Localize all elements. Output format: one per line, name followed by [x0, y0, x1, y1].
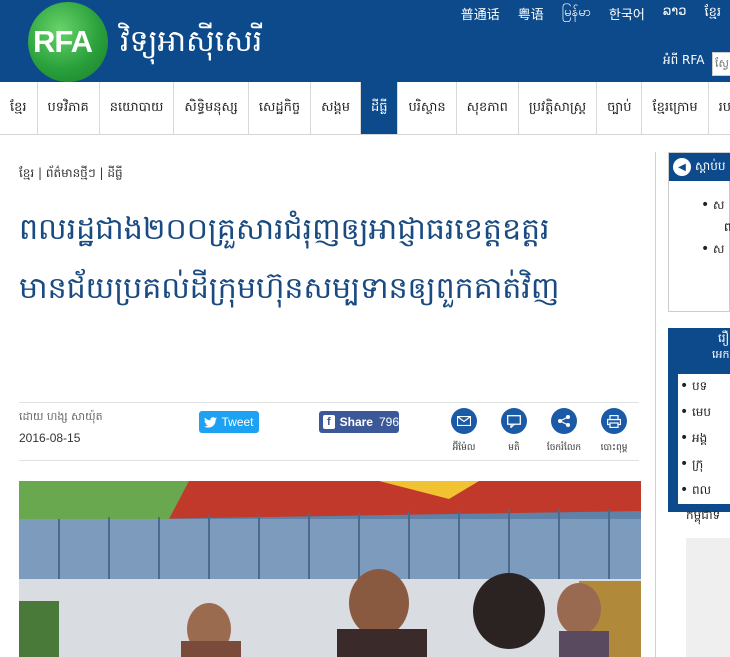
language-bar: 普通话 粤语 မြန်မာ 한국어 ລາວ ខ្មែរ [452, 4, 730, 23]
popular-box: រឿ អេក បទ មេប អង្គ ក្រុ ពល [668, 328, 730, 512]
sidebar-grey-panel [686, 538, 730, 657]
nav-item-economy[interactable]: សេដ្ឋកិច្ច [249, 82, 312, 134]
rfa-logo-text[interactable]: RFA [33, 24, 93, 60]
nav-item-history[interactable]: ប្រវត្តិសាស្ត្រ [519, 82, 598, 134]
nav-item-law[interactable]: ច្បាប់ [597, 82, 643, 134]
popular-box-title: រឿ [718, 331, 730, 345]
listen-box-title: ស្ដាប់ប [695, 159, 726, 173]
popular-box-subtitle: អេក [712, 348, 730, 361]
facebook-icon: f [323, 415, 335, 429]
search-input[interactable] [712, 52, 730, 76]
lang-burmese-link[interactable]: မြန်မာ [553, 4, 600, 23]
popular-list: បទ មេប អង្គ ក្រុ ពល [678, 374, 730, 500]
nav-item-health[interactable]: សុខភាព [457, 82, 519, 134]
breadcrumb[interactable]: ខ្មែរ | ព័ត៌មានថ្មីៗ | ដីធ្លី [19, 165, 123, 183]
speaker-icon: ◀ [673, 158, 691, 176]
listen-box: ◀ ស្ដាប់ប ស ព ស [668, 152, 730, 312]
share-icon [551, 408, 577, 434]
article-title: ពលរដ្ឋជាង២០០គ្រួសារជំរុញឲ្យអាជ្ញាធរខេត្ត… [19, 212, 560, 306]
tweet-button[interactable]: Tweet [199, 411, 259, 433]
listen-item[interactable]: ស [699, 197, 730, 215]
facebook-share-button[interactable]: f Share 796 [319, 411, 399, 433]
print-label: បោះពុម្ព [600, 443, 628, 453]
share-label: Share [339, 415, 373, 429]
about-rfa-link[interactable]: អំពី RFA [663, 52, 704, 70]
popular-list-panel: បទ មេប អង្គ ក្រុ ពល [678, 374, 730, 504]
email-tool[interactable]: អ៊ីម៉ែល [439, 408, 489, 455]
nav-item-land[interactable]: ដីធ្លី [360, 82, 399, 134]
comment-tool[interactable]: មតិ [489, 408, 539, 455]
popular-item[interactable]: មេប [678, 404, 730, 422]
site-name[interactable]: វិទ្យុអាស៊ីសេរី [120, 22, 262, 66]
share-tool[interactable]: ចែករំលែក [539, 408, 589, 455]
nav-item-society[interactable]: សង្គម [311, 82, 361, 134]
nav-item-analysis[interactable]: បទវិភាគ [38, 82, 100, 134]
lang-mandarin-link[interactable]: 普通话 [452, 4, 509, 23]
comment-icon [501, 408, 527, 434]
meta-divider-top [19, 402, 639, 403]
nav-item-human-rights[interactable]: សិទ្ធិមនុស្ស [174, 82, 249, 134]
lang-khmer-link[interactable]: ខ្មែរ [695, 4, 730, 23]
site-header: RFA វិទ្យុអាស៊ីសេរី 普通话 粤语 မြန်မာ 한국어 ລາ… [0, 0, 730, 82]
lang-lao-link[interactable]: ລາວ [654, 4, 696, 23]
article-date: 2016-08-15 [19, 431, 81, 445]
popular-item[interactable]: ពល [678, 482, 730, 500]
popular-item[interactable]: អង្គ [678, 430, 730, 448]
listen-list-2: ស [699, 241, 730, 259]
listen-item-sub: ព [724, 220, 730, 234]
print-tool[interactable]: បោះពុម្ព [589, 408, 639, 455]
twitter-bird-icon [204, 416, 218, 428]
nav-item-khmer-krom[interactable]: ខ្មែរក្រោម [642, 82, 709, 134]
sidebar-divider [655, 152, 656, 657]
nav-item-more[interactable]: របកគំ [709, 82, 730, 134]
article-photo-graphic [19, 481, 641, 657]
email-icon [451, 408, 477, 434]
lang-cantonese-link[interactable]: 粤语 [509, 4, 553, 23]
share-tool-label: ចែករំលែក [546, 443, 582, 453]
tweet-label: Tweet [221, 415, 254, 429]
meta-divider-bottom [19, 460, 639, 461]
nav-item-environment[interactable]: បរិស្ថាន [398, 82, 457, 134]
popular-item[interactable]: បទ [678, 378, 730, 396]
nav-item-khmer[interactable]: ខ្មែរ [0, 82, 38, 134]
lang-korean-link[interactable]: 한국어 [600, 4, 654, 23]
email-label: អ៊ីម៉ែល [452, 443, 476, 453]
article-photo [19, 481, 641, 657]
sidebar-caption: កម្ពុជាទ [686, 508, 721, 522]
print-icon [601, 408, 627, 434]
popular-item[interactable]: ក្រុ [678, 456, 730, 474]
listen-box-header[interactable]: ◀ ស្ដាប់ប [669, 153, 730, 181]
comment-label: មតិ [508, 443, 520, 453]
share-count: 796 [378, 415, 399, 429]
nav-item-politics[interactable]: នយោបាយ [100, 82, 175, 134]
listen-item[interactable]: ស [699, 241, 730, 259]
article-byline: ដោយ ហង្ស សាយ៉ុត [19, 410, 103, 423]
listen-list: ស [699, 197, 730, 217]
main-nav: ខ្មែរ បទវិភាគ នយោបាយ សិទ្ធិមនុស្ស សេដ្ឋក… [0, 82, 730, 135]
